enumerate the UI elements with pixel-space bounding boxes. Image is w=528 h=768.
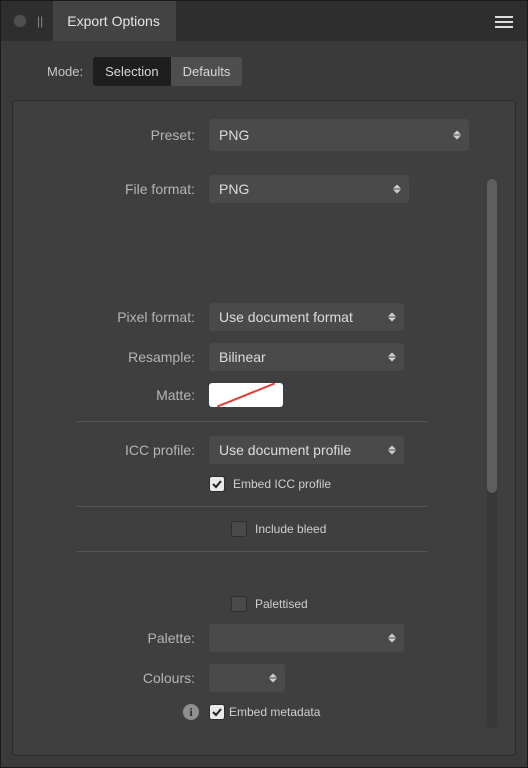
row-palettised: Palettised <box>231 596 463 612</box>
row-file-format: File format: PNG <box>35 175 463 203</box>
row-palette: Palette: <box>35 624 463 652</box>
drag-handle-icon[interactable]: || <box>37 15 43 27</box>
menu-icon[interactable] <box>495 13 513 31</box>
palettised-checkbox[interactable] <box>231 596 247 612</box>
palettised-label: Palettised <box>255 597 308 611</box>
stepper-icon <box>393 185 401 194</box>
row-embed-icc: Embed ICC profile <box>209 476 463 492</box>
icc-profile-select[interactable]: Use document profile <box>209 436 404 464</box>
preset-select[interactable]: PNG <box>209 119 469 151</box>
row-embed-metadata: i Embed metadata <box>183 704 463 720</box>
close-icon[interactable] <box>13 14 27 28</box>
embed-icc-label: Embed ICC profile <box>233 477 331 491</box>
stepper-icon <box>388 313 396 322</box>
file-format-select[interactable]: PNG <box>209 175 409 203</box>
separator <box>77 551 427 552</box>
titlebar: || Export Options <box>1 1 527 41</box>
palette-select[interactable] <box>209 624 404 652</box>
include-bleed-checkbox[interactable] <box>231 521 247 537</box>
resample-select[interactable]: Bilinear <box>209 343 404 371</box>
row-resample: Resample: Bilinear <box>35 343 463 371</box>
pixel-format-select[interactable]: Use document format <box>209 303 404 331</box>
info-icon[interactable]: i <box>183 704 199 720</box>
stepper-icon <box>388 634 396 643</box>
mode-selection-button[interactable]: Selection <box>93 57 170 86</box>
stepper-icon <box>269 674 277 683</box>
row-colours: Colours: <box>35 664 463 692</box>
pixel-format-label: Pixel format: <box>35 309 195 325</box>
include-bleed-label: Include bleed <box>255 522 326 536</box>
stepper-icon <box>453 131 461 140</box>
embed-metadata-label: Embed metadata <box>229 705 320 719</box>
matte-swatch[interactable] <box>209 383 283 407</box>
panel-title: Export Options <box>53 1 176 41</box>
stepper-icon <box>388 446 396 455</box>
icc-profile-value: Use document profile <box>219 442 351 458</box>
separator <box>77 506 427 507</box>
embed-metadata-checkbox[interactable] <box>209 704 225 720</box>
mode-row: Mode: Selection Defaults <box>1 41 527 102</box>
row-icc-profile: ICC profile: Use document profile <box>35 436 463 464</box>
pixel-format-value: Use document format <box>219 309 353 325</box>
stepper-icon <box>388 353 396 362</box>
preset-value: PNG <box>219 127 249 143</box>
mode-label: Mode: <box>47 64 83 79</box>
matte-label: Matte: <box>35 387 195 403</box>
icc-profile-label: ICC profile: <box>35 442 195 458</box>
scrollbar-thumb[interactable] <box>487 179 497 493</box>
separator <box>77 421 427 422</box>
colours-label: Colours: <box>35 670 195 686</box>
mode-segmented: Selection Defaults <box>93 57 242 86</box>
scrollbar[interactable] <box>487 179 497 729</box>
file-format-label: File format: <box>35 181 195 197</box>
row-preset: Preset: PNG <box>35 119 497 151</box>
resample-value: Bilinear <box>219 349 266 365</box>
resample-label: Resample: <box>35 349 195 365</box>
row-pixel-format: Pixel format: Use document format <box>35 303 463 331</box>
mode-defaults-button[interactable]: Defaults <box>171 57 243 86</box>
embed-icc-checkbox[interactable] <box>209 476 225 492</box>
row-matte: Matte: <box>35 383 463 407</box>
colours-select[interactable] <box>209 664 285 692</box>
file-format-value: PNG <box>219 181 249 197</box>
row-include-bleed: Include bleed <box>231 521 463 537</box>
options-panel: Preset: PNG File format: PNG Pixel forma… <box>12 100 516 756</box>
scroll-region: File format: PNG Pixel format: Use docum… <box>35 175 497 741</box>
preset-label: Preset: <box>35 127 195 143</box>
palette-label: Palette: <box>35 630 195 646</box>
